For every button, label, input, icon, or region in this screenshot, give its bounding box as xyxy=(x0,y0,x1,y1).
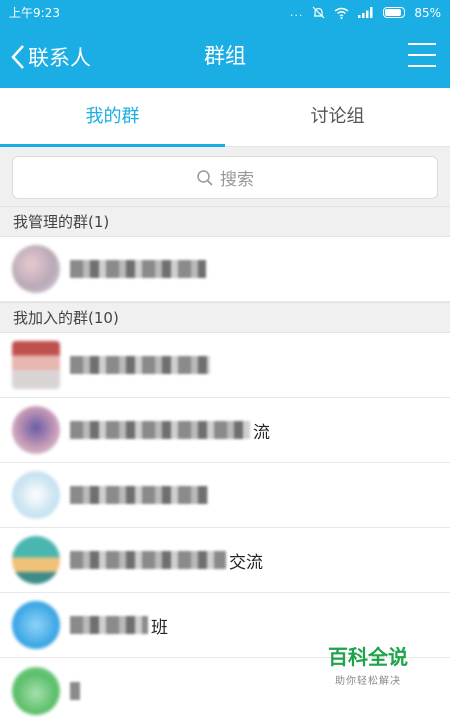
group-name xyxy=(70,681,83,700)
status-bar: 上午9:23 ... 85% xyxy=(0,0,450,25)
back-label: 联系人 xyxy=(28,45,91,70)
group-avatar xyxy=(12,341,60,389)
group-row[interactable]: 流 xyxy=(0,398,450,463)
group-row[interactable] xyxy=(0,463,450,528)
group-avatar xyxy=(12,536,60,584)
watermark-subtitle: 助你轻松解决 xyxy=(335,676,401,687)
group-name xyxy=(70,486,211,504)
watermark: 百科全说 助你轻松解决 xyxy=(328,641,408,687)
battery-icon xyxy=(383,7,406,18)
nav-bar: 联系人 群组 xyxy=(0,25,450,88)
group-name xyxy=(70,356,213,374)
watermark-title: 百科全说 xyxy=(328,645,408,669)
group-avatar xyxy=(12,245,60,293)
menu-button[interactable] xyxy=(408,43,436,67)
battery-percent: 85% xyxy=(414,5,441,20)
search-placeholder: 搜索 xyxy=(220,170,254,190)
section-header-managed: 我管理的群(1) xyxy=(0,206,450,237)
group-row[interactable] xyxy=(0,237,450,302)
search-input[interactable]: 搜索 xyxy=(12,156,438,199)
group-name: 交流 xyxy=(70,548,263,573)
tab-bar: 我的群 讨论组 xyxy=(0,88,450,147)
chevron-left-icon xyxy=(11,44,24,69)
menu-icon-bar xyxy=(408,65,436,67)
status-icons: ... 85% xyxy=(290,6,441,20)
section-header-joined: 我加入的群(10) xyxy=(0,302,450,333)
group-avatar xyxy=(12,666,60,715)
group-avatar xyxy=(12,406,60,454)
group-avatar xyxy=(12,471,60,519)
search-icon xyxy=(197,169,213,186)
cell-signal-icon xyxy=(358,7,373,18)
signal-dots-icon: ... xyxy=(289,6,304,19)
back-button[interactable]: 联系人 xyxy=(10,25,91,88)
tab-discussion-groups[interactable]: 讨论组 xyxy=(225,88,450,146)
group-avatar xyxy=(12,601,60,649)
group-row[interactable] xyxy=(0,333,450,398)
group-name: 班 xyxy=(70,613,168,638)
wifi-icon xyxy=(334,7,349,19)
tab-my-groups[interactable]: 我的群 xyxy=(0,88,225,147)
mute-bell-icon xyxy=(312,6,325,19)
status-time: 上午9:23 xyxy=(9,6,60,20)
search-area: 搜索 xyxy=(0,147,450,206)
menu-icon-bar xyxy=(408,54,436,56)
group-row[interactable]: 交流 xyxy=(0,528,450,593)
group-name: 流 xyxy=(70,418,270,443)
menu-icon-bar xyxy=(408,43,436,45)
group-name xyxy=(70,260,209,278)
